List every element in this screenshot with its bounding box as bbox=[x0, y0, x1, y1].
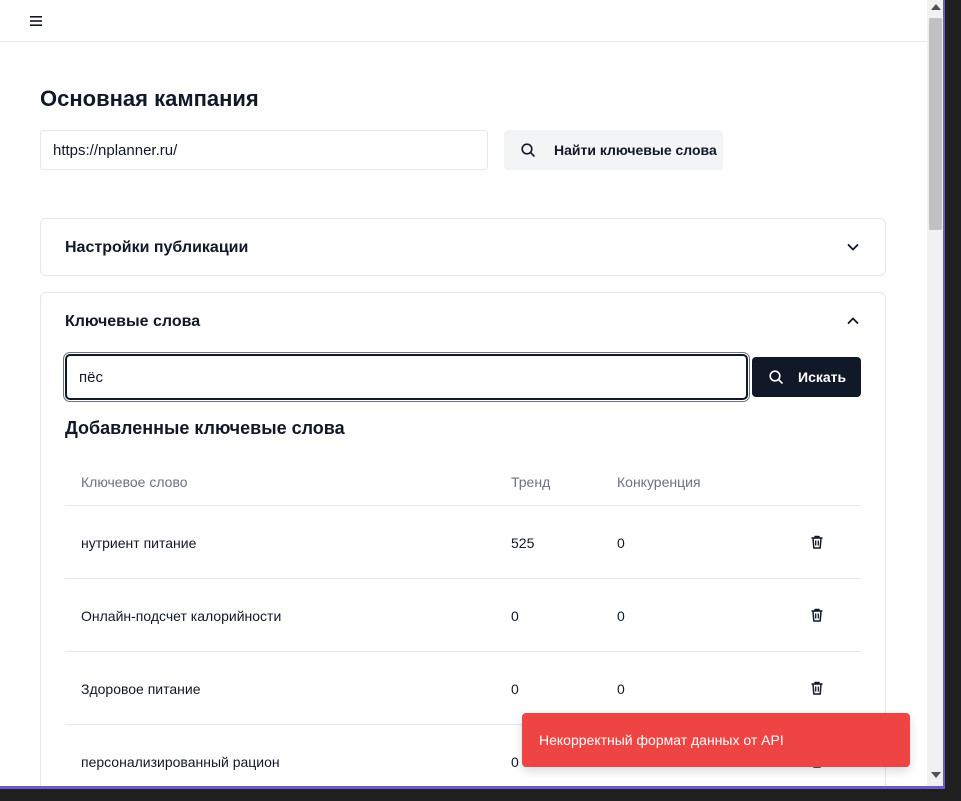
table-row: нутриент питание 525 0 bbox=[65, 506, 861, 579]
app-window: Основная кампания Найти ключевые слова Н… bbox=[0, 0, 944, 786]
search-button[interactable]: Искать bbox=[752, 357, 861, 397]
column-header-keyword: Ключевое слово bbox=[81, 474, 188, 490]
hamburger-icon[interactable] bbox=[28, 13, 44, 29]
page-title: Основная кампания bbox=[40, 86, 259, 111]
keyword-cell: Здоровое питание bbox=[81, 681, 201, 697]
trash-icon[interactable] bbox=[809, 534, 825, 550]
competition-cell: 0 bbox=[617, 681, 625, 697]
keyword-search-input[interactable] bbox=[65, 354, 748, 400]
scroll-up-arrow-icon[interactable] bbox=[931, 4, 941, 10]
column-header-competition: Конкуренция bbox=[617, 474, 701, 490]
search-icon bbox=[521, 143, 535, 157]
table-row: Онлайн-подсчет калорийности 0 0 bbox=[65, 579, 861, 652]
competition-cell: 0 bbox=[617, 608, 625, 624]
trend-cell: 0 bbox=[511, 754, 519, 770]
publication-settings-title: Настройки публикации bbox=[65, 239, 249, 256]
trend-cell: 0 bbox=[511, 681, 519, 697]
top-bar bbox=[0, 0, 927, 42]
table-header: Ключевое слово Тренд Конкуренция bbox=[65, 455, 861, 506]
added-keywords-title: Добавленные ключевые слова bbox=[65, 418, 345, 438]
trash-icon[interactable] bbox=[809, 607, 825, 623]
keywords-panel-title: Ключевые слова bbox=[65, 313, 201, 330]
search-icon bbox=[769, 370, 783, 384]
publication-settings-panel[interactable]: Настройки публикации bbox=[40, 218, 886, 276]
trend-cell: 525 bbox=[511, 535, 535, 551]
toast-message: Некорректный формат данных от API bbox=[539, 732, 784, 748]
keyword-cell: нутриент питание bbox=[81, 535, 197, 551]
find-keywords-button[interactable]: Найти ключевые слова bbox=[504, 130, 723, 170]
trash-icon[interactable] bbox=[809, 680, 825, 696]
chevron-up-icon[interactable] bbox=[845, 313, 861, 329]
keyword-cell: персонализированный рацион bbox=[81, 754, 280, 770]
competition-cell: 0 bbox=[617, 535, 625, 551]
column-header-trend: Тренд bbox=[511, 474, 551, 490]
search-button-label: Искать bbox=[798, 369, 847, 385]
url-input[interactable] bbox=[40, 130, 488, 170]
trend-cell: 0 bbox=[511, 608, 519, 624]
scroll-down-arrow-icon[interactable] bbox=[931, 772, 941, 778]
scrollbar-thumb[interactable] bbox=[929, 18, 942, 230]
chevron-down-icon[interactable] bbox=[845, 239, 861, 255]
error-toast[interactable]: Некорректный формат данных от API bbox=[522, 713, 910, 767]
keywords-panel: Ключевые слова Искать Добавленные ключев… bbox=[40, 292, 886, 786]
keyword-cell: Онлайн-подсчет калорийности bbox=[81, 608, 282, 624]
window-border-bottom bbox=[0, 786, 944, 789]
window-border-right bbox=[943, 0, 945, 789]
vertical-scrollbar[interactable] bbox=[927, 0, 944, 786]
find-keywords-label: Найти ключевые слова bbox=[554, 142, 717, 158]
